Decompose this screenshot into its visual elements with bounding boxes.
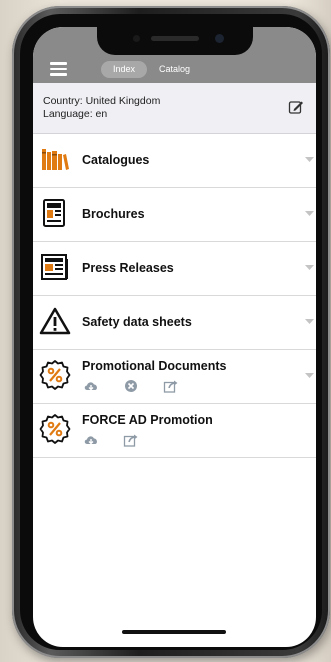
download-icon[interactable]: [83, 433, 99, 447]
list-item-label: FORCE AD Promotion: [82, 413, 213, 427]
share-icon[interactable]: [123, 433, 139, 447]
home-indicator[interactable]: [122, 630, 226, 634]
list-item-label: Brochures: [82, 207, 145, 221]
notch: [97, 27, 253, 55]
brochure-icon: [43, 199, 65, 227]
list-item-press-releases[interactable]: Press Releases: [33, 242, 316, 296]
newspaper-icon: [41, 254, 68, 280]
menu-icon[interactable]: [50, 62, 67, 76]
warning-triangle-icon: [39, 307, 71, 335]
app-screen: Index Catalog Country: United Kingdom La…: [33, 27, 316, 647]
delete-icon[interactable]: [123, 379, 139, 393]
list-item-promotional-documents[interactable]: Promotional Documents: [33, 350, 316, 404]
document-list: Catalogues Brochures Press Releases Safe…: [33, 134, 316, 458]
share-icon[interactable]: [163, 379, 179, 393]
chevron-down-icon[interactable]: [305, 319, 314, 325]
sensor: [133, 35, 140, 42]
list-item-force-ad-promotion[interactable]: FORCE AD Promotion: [33, 404, 316, 458]
chevron-down-icon[interactable]: [305, 373, 314, 379]
list-item-brochures[interactable]: Brochures: [33, 188, 316, 242]
speaker: [151, 36, 199, 41]
list-item-label: Press Releases: [82, 261, 174, 275]
camera: [215, 34, 224, 43]
country-text: Country: United Kingdom: [43, 95, 161, 107]
list-item-catalogues[interactable]: Catalogues: [33, 134, 316, 188]
list-item-label: Safety data sheets: [82, 315, 192, 329]
chevron-down-icon[interactable]: [305, 157, 314, 163]
locale-info: Country: United Kingdom Language: en: [33, 83, 316, 134]
download-icon[interactable]: [83, 379, 99, 393]
chevron-down-icon[interactable]: [305, 211, 314, 217]
books-icon: [42, 149, 69, 170]
list-item-label: Promotional Documents: [82, 359, 227, 373]
list-item-safety-data-sheets[interactable]: Safety data sheets: [33, 296, 316, 350]
segmented-control: Index Catalog: [101, 61, 221, 78]
tab-index[interactable]: Index: [101, 61, 148, 78]
percent-badge-icon: [39, 414, 71, 444]
list-item-label: Catalogues: [82, 153, 150, 167]
tab-catalog[interactable]: Catalog: [147, 61, 202, 78]
language-text: Language: en: [43, 108, 108, 120]
percent-badge-icon: [39, 360, 71, 390]
edit-icon[interactable]: [288, 99, 304, 115]
chevron-down-icon[interactable]: [305, 265, 314, 271]
action-bar: [83, 433, 163, 447]
action-bar: [83, 379, 203, 393]
